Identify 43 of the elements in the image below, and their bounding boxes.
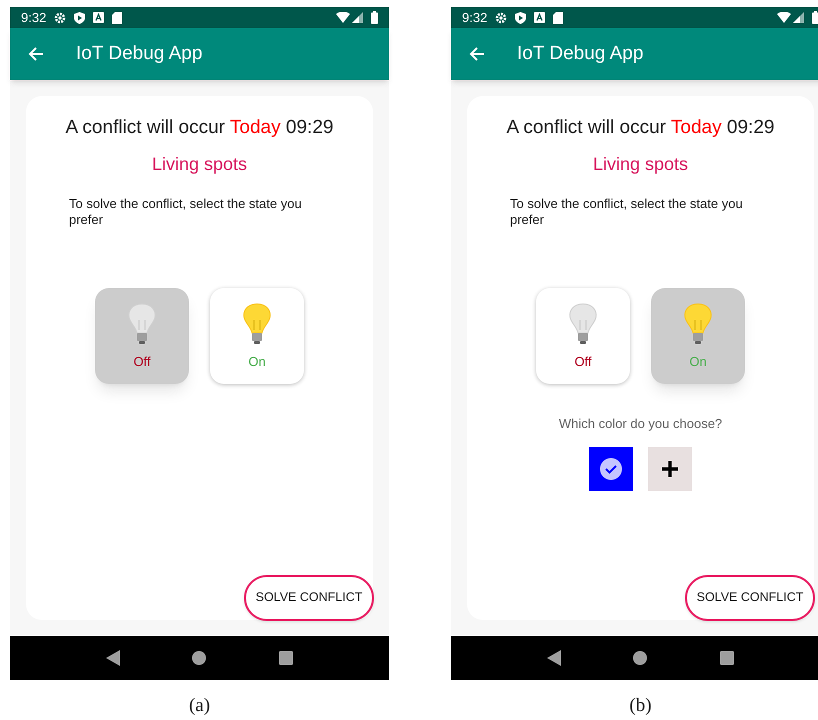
color-prompt: Which color do you choose? (558, 414, 722, 433)
home-circle-icon[interactable] (633, 650, 648, 664)
wifi-icon (336, 12, 350, 23)
plus-icon (662, 461, 678, 477)
state-option[interactable]: Off (95, 288, 189, 384)
status-time: 9:32 (462, 8, 488, 27)
signal-icon (352, 12, 363, 23)
status-time: 9:32 (21, 8, 46, 27)
device-name: Living spots (592, 152, 688, 176)
wifi-icon (777, 12, 791, 23)
back-arrow-icon (28, 46, 44, 62)
figure-caption: (b) (629, 694, 652, 718)
back-arrow-icon (469, 46, 485, 62)
solve-conflict-button[interactable]: SOLVE CONFLICT (244, 574, 374, 620)
check-icon (600, 458, 622, 480)
letter-square-icon (534, 12, 546, 23)
shield-play-icon (74, 12, 86, 24)
instruction-text: To solve the conflict, select the state you prefer (510, 196, 744, 228)
battery-icon (812, 11, 818, 24)
figure-caption: (a) (188, 694, 210, 718)
signal-icon (793, 12, 804, 23)
sd-card-icon (553, 12, 564, 24)
recents-square-icon[interactable] (720, 650, 734, 664)
add-color-button[interactable] (648, 447, 692, 491)
shield-play-icon (515, 12, 526, 24)
sd-card-icon (112, 12, 122, 24)
back-triangle-icon[interactable] (106, 650, 120, 666)
color-swatch[interactable] (589, 447, 633, 491)
home-circle-icon[interactable] (192, 650, 206, 664)
instruction-text: To solve the conflict, select the state you prefer (69, 196, 303, 228)
gear-icon (54, 12, 66, 24)
solve-conflict-button[interactable]: SOLVE CONFLICT (685, 574, 815, 620)
conflict-headline: A conflict will occur Today 09:29 (506, 116, 774, 140)
gear-icon (495, 12, 508, 24)
back-triangle-icon[interactable] (547, 650, 562, 666)
app-title: IoT Debug App (517, 42, 644, 66)
letter-square-icon (93, 12, 104, 23)
recents-square-icon[interactable] (278, 650, 293, 664)
app-title: IoT Debug App (76, 42, 202, 66)
device-name: Living spots (152, 152, 248, 176)
state-option[interactable]: Off (536, 288, 630, 384)
battery-icon (371, 11, 378, 24)
conflict-headline: A conflict will occur Today 09:29 (66, 116, 334, 140)
